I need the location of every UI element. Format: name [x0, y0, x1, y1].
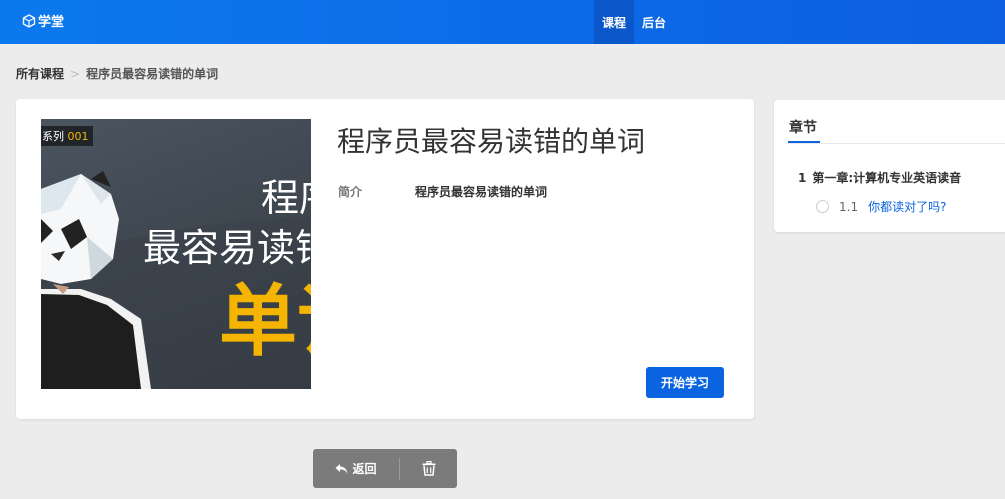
chapter-number: 1 — [798, 171, 807, 185]
chapters-card: 章节 1 第一章:计算机专业英语读音 1.1 你都读对了吗? — [774, 100, 1005, 232]
breadcrumb-all-courses[interactable]: 所有课程 — [16, 65, 64, 82]
top-navbar: 学堂 课程 后台 — [0, 0, 1005, 44]
nav-item-courses[interactable]: 课程 — [594, 0, 635, 44]
chapter-item[interactable]: 1 第一章:计算机专业英语读音 — [798, 169, 961, 186]
section-link[interactable]: 你都读对了吗? — [868, 198, 946, 215]
breadcrumb-separator: > — [70, 66, 81, 81]
section-item[interactable]: 1.1 你都读对了吗? — [816, 198, 946, 215]
back-label: 返回 — [352, 462, 377, 476]
back-button[interactable]: 返回 — [313, 449, 399, 488]
delete-button[interactable] — [400, 449, 457, 488]
tab-divider — [788, 143, 1005, 144]
trash-icon — [422, 461, 435, 476]
action-bar: 返回 — [313, 449, 457, 488]
course-card: 系列 001 程序 最容易读错 单词 程序员最容易读错的单词 简介 程序员最容易… — [16, 99, 754, 419]
course-title: 程序员最容易读错的单词 — [337, 125, 646, 158]
breadcrumb: 所有课程 > 程序员最容易读错的单词 — [16, 65, 218, 82]
logo-text: 学堂 — [38, 15, 65, 30]
series-label: 系列 — [42, 130, 64, 143]
cover-text-line1: 程序 — [261, 176, 311, 220]
series-tag: 系列 001 — [41, 126, 93, 146]
progress-circle-icon — [816, 200, 829, 213]
cover-text-line3: 单词 — [219, 277, 311, 367]
start-learning-button[interactable]: 开始学习 — [646, 367, 724, 398]
nav-item-admin[interactable]: 后台 — [634, 0, 674, 44]
section-number: 1.1 — [839, 199, 859, 214]
tab-chapters[interactable]: 章节 — [789, 117, 817, 137]
chapter-title: 第一章:计算机专业英语读音 — [812, 171, 962, 185]
main-nav: 课程 后台 — [594, 0, 674, 44]
course-cover-image: 系列 001 程序 最容易读错 单词 — [41, 119, 311, 389]
cube-logo-icon — [22, 13, 36, 28]
reply-arrow-icon — [335, 463, 348, 474]
series-number: 001 — [67, 130, 89, 143]
intro-text: 程序员最容易读错的单词 — [415, 185, 548, 199]
logo[interactable]: 学堂 — [22, 11, 64, 30]
breadcrumb-current: 程序员最容易读错的单词 — [86, 67, 219, 81]
intro-label: 简介 — [338, 185, 363, 199]
